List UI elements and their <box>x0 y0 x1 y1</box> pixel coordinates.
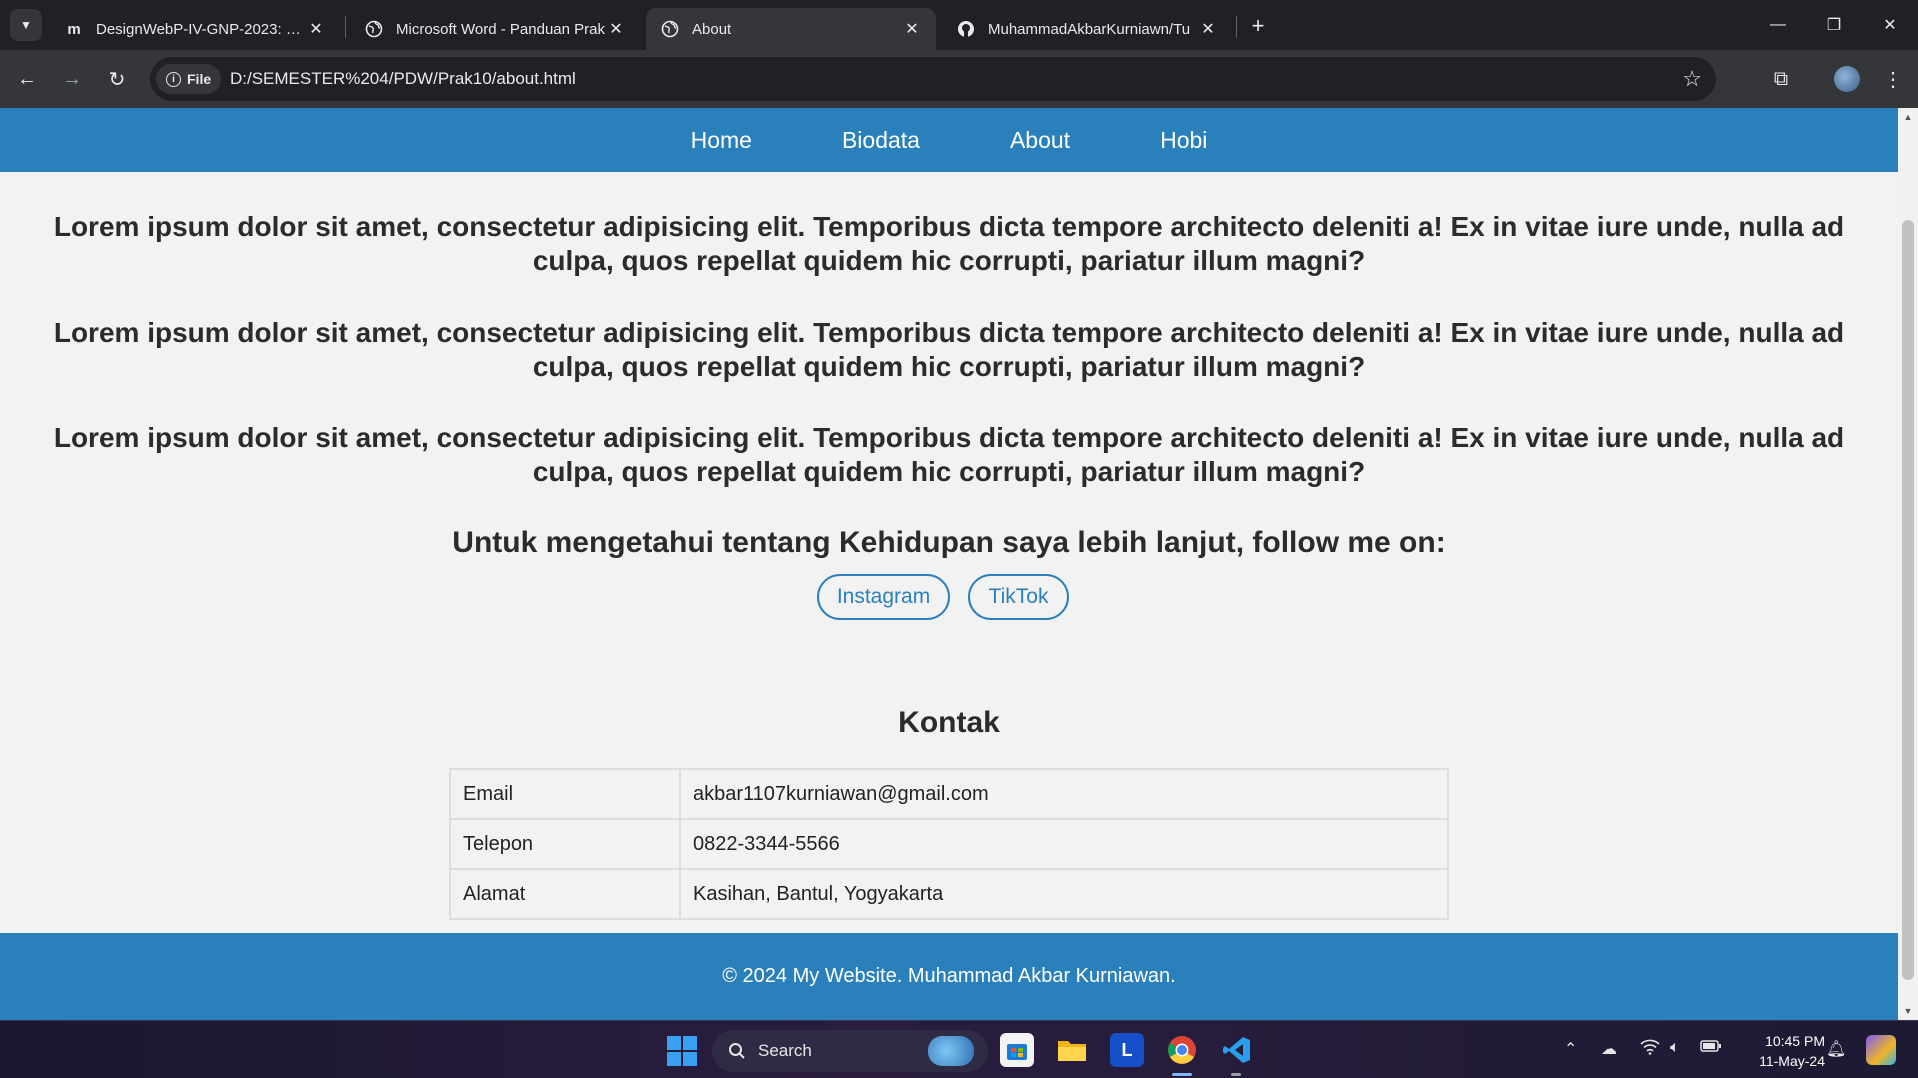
tab-about[interactable]: About ✕ <box>646 8 936 50</box>
contact-label: Email <box>449 768 681 820</box>
back-button[interactable]: ← <box>13 65 41 93</box>
site-footer: © 2024 My Website. Muhammad Akbar Kurnia… <box>0 933 1898 1020</box>
tab-title: Microsoft Word - Panduan Prak <box>396 20 605 38</box>
vscode-icon[interactable] <box>1220 1033 1254 1067</box>
contact-label: Alamat <box>449 868 681 920</box>
tab-title: DesignWebP-IV-GNP-2023: Pra <box>96 20 306 38</box>
browser-toolbar: ← → ↻ i File D:/SEMESTER%204/PDW/Prak10/… <box>0 50 1918 108</box>
reload-icon: ↻ <box>108 68 126 91</box>
moodle-icon: m <box>67 20 81 38</box>
tab-search-button[interactable]: ▼ <box>10 9 42 41</box>
tab-designweb[interactable]: m DesignWebP-IV-GNP-2023: Pra ✕ <box>50 8 340 50</box>
scroll-down-icon[interactable]: ▼ <box>1898 1006 1918 1016</box>
follow-heading: Untuk mengetahui tentang Kehidupan saya … <box>452 526 1446 559</box>
contact-heading: Kontak <box>898 706 1000 739</box>
chevron-up-icon[interactable]: ⌃ <box>1564 1039 1577 1059</box>
l-app-icon[interactable]: L <box>1110 1033 1144 1067</box>
globe-icon <box>364 19 384 39</box>
close-icon[interactable]: ✕ <box>902 19 922 39</box>
bookmark-star-icon[interactable]: ☆ <box>1682 66 1702 92</box>
close-window-button[interactable]: ✕ <box>1862 0 1918 50</box>
tab-github[interactable]: MuhammadAkbarKurniawn/Tu ✕ <box>942 8 1232 50</box>
copilot-icon[interactable] <box>1866 1035 1896 1065</box>
store-icon[interactable] <box>1000 1033 1034 1067</box>
close-icon: ✕ <box>1883 17 1897 34</box>
chip-label: File <box>187 71 212 87</box>
close-icon[interactable]: ✕ <box>306 19 326 39</box>
nav-link-home[interactable]: Home <box>646 127 797 154</box>
plus-icon: + <box>1251 13 1265 38</box>
arrow-left-icon: ← <box>17 67 37 90</box>
table-row: Telepon 0822-3344-5566 <box>449 818 1449 870</box>
minimize-button[interactable]: — <box>1750 0 1806 50</box>
contact-value: Kasihan, Bantul, Yogyakarta <box>679 868 1449 920</box>
restore-icon: ❐ <box>1826 17 1842 34</box>
close-icon[interactable]: ✕ <box>1198 19 1218 39</box>
contact-value: akbar1107kurniawan@gmail.com <box>679 768 1449 820</box>
extensions-icon[interactable]: ⧉ <box>1766 64 1796 94</box>
battery-icon[interactable] <box>1700 1039 1722 1058</box>
wifi-icon[interactable] <box>1640 1039 1660 1060</box>
clock-time: 10:45 PM <box>1765 1033 1825 1049</box>
nav-link-biodata[interactable]: Biodata <box>797 127 965 154</box>
menu-dots-icon[interactable]: ⋮ <box>1878 64 1908 94</box>
about-paragraph: Lorem ipsum dolor sit amet, consectetur … <box>53 422 1845 487</box>
browser-tab-bar: ▼ m DesignWebP-IV-GNP-2023: Pra ✕ Micros… <box>0 0 1918 50</box>
github-icon <box>956 19 976 39</box>
restore-button[interactable]: ❐ <box>1806 0 1862 50</box>
reload-button[interactable]: ↻ <box>103 65 131 93</box>
address-bar[interactable]: i File D:/SEMESTER%204/PDW/Prak10/about.… <box>150 57 1716 101</box>
tab-separator <box>345 16 346 38</box>
search-highlight-icon <box>928 1036 974 1066</box>
clock-date: 11-May-24 <box>1759 1053 1825 1069</box>
profile-avatar[interactable] <box>1834 66 1860 92</box>
url-text[interactable]: D:/SEMESTER%204/PDW/Prak10/about.html <box>230 69 576 89</box>
file-explorer-icon[interactable] <box>1055 1033 1089 1067</box>
site-info-chip[interactable]: i File <box>156 64 222 94</box>
tab-separator <box>1236 16 1237 38</box>
active-app-indicator <box>1172 1073 1192 1076</box>
nav-link-hobi[interactable]: Hobi <box>1115 127 1252 154</box>
tab-title: MuhammadAkbarKurniawn/Tu <box>988 20 1191 38</box>
running-app-indicator <box>1231 1073 1241 1076</box>
taskbar-search-box[interactable]: Search <box>712 1030 988 1072</box>
close-icon[interactable]: ✕ <box>606 19 626 39</box>
windows-taskbar: Search L ⌃ ☁ 🔈︎ 10:45 PM 11-May-24 🔔︎ <box>0 1020 1918 1078</box>
scrollbar-thumb[interactable] <box>1902 220 1914 980</box>
about-paragraph: Lorem ipsum dolor sit amet, consectetur … <box>53 317 1845 382</box>
chrome-icon[interactable] <box>1165 1033 1199 1067</box>
page-scrollbar[interactable]: ▲ ▼ <box>1898 108 1918 1020</box>
instagram-button[interactable]: Instagram <box>817 574 950 620</box>
globe-icon <box>660 19 680 39</box>
tab-title: About <box>692 20 732 38</box>
table-row: Email akbar1107kurniawan@gmail.com <box>449 768 1449 820</box>
windows-start-icon[interactable] <box>667 1036 697 1066</box>
contact-label: Telepon <box>449 818 681 870</box>
volume-icon[interactable]: 🔈︎ <box>1670 1039 1680 1057</box>
table-row: Alamat Kasihan, Bantul, Yogyakarta <box>449 868 1449 920</box>
contact-value: 0822-3344-5566 <box>679 818 1449 870</box>
site-navbar: Home Biodata About Hobi <box>0 108 1898 172</box>
nav-link-about[interactable]: About <box>965 127 1115 154</box>
taskbar-clock[interactable]: 10:45 PM 11-May-24 <box>1735 1031 1825 1071</box>
l-app-label: L <box>1121 1039 1133 1060</box>
new-tab-button[interactable]: + <box>1244 12 1272 40</box>
search-placeholder: Search <box>758 1041 812 1060</box>
footer-text: © 2024 My Website. Muhammad Akbar Kurnia… <box>722 965 1176 987</box>
onedrive-icon[interactable]: ☁ <box>1601 1039 1617 1059</box>
info-icon: i <box>166 71 181 87</box>
notification-bell-icon[interactable]: 🔔︎ <box>1826 1039 1846 1059</box>
tiktok-button[interactable]: TikTok <box>968 574 1069 620</box>
contact-table: Email akbar1107kurniawan@gmail.com Telep… <box>449 768 1449 920</box>
scroll-up-icon[interactable]: ▲ <box>1898 112 1918 122</box>
search-icon <box>729 1043 745 1059</box>
tab-word[interactable]: Microsoft Word - Panduan Prak ✕ <box>350 8 640 50</box>
minimize-icon: — <box>1770 16 1786 33</box>
forward-button[interactable]: → <box>58 65 86 93</box>
chevron-down-icon: ▼ <box>20 18 32 32</box>
arrow-right-icon: → <box>62 67 82 90</box>
page-viewport: Home Biodata About Hobi Lorem ipsum dolo… <box>0 108 1898 1020</box>
about-paragraph: Lorem ipsum dolor sit amet, consectetur … <box>53 211 1845 276</box>
